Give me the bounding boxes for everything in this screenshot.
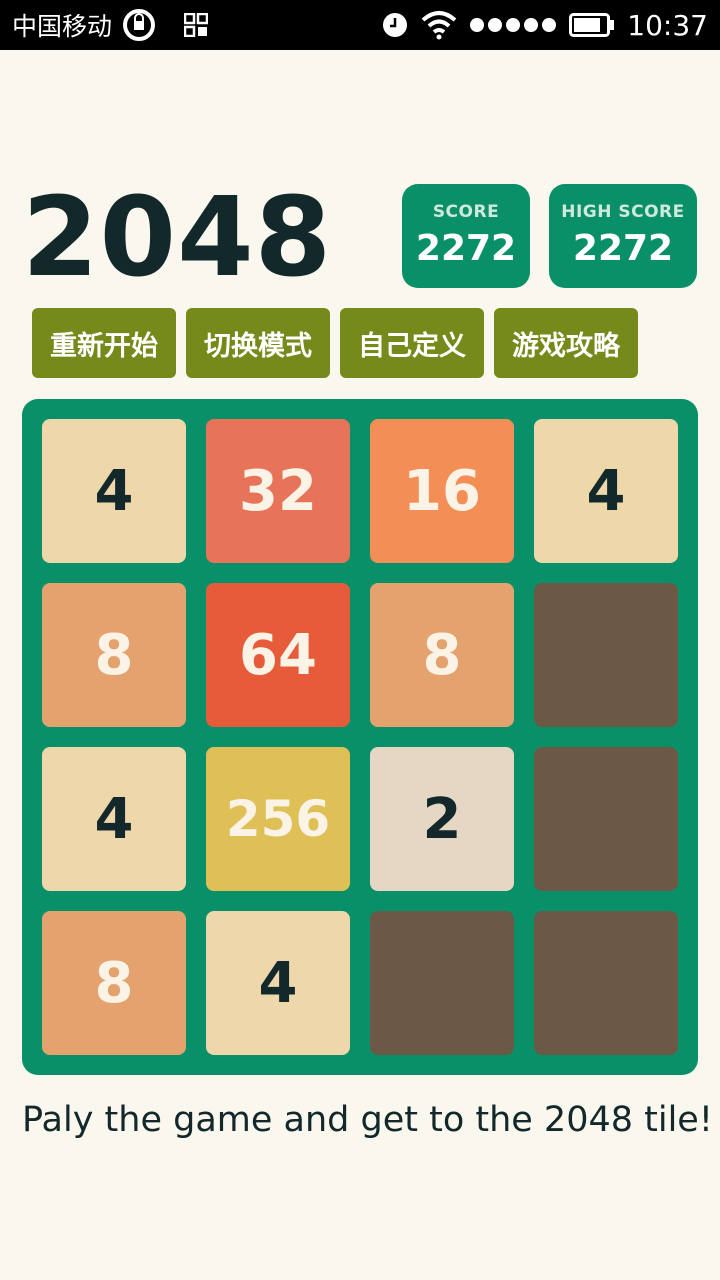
status-bar: 中国移动 10:37 (0, 0, 720, 50)
guide-button[interactable]: 游戏攻略 (494, 308, 638, 378)
score-value: 2272 (415, 228, 517, 269)
score-label: SCORE (432, 202, 500, 222)
restart-button[interactable]: 重新开始 (32, 308, 176, 378)
clock-icon (381, 11, 409, 39)
customize-button[interactable]: 自己定义 (340, 308, 484, 378)
status-time: 10:37 (627, 8, 708, 42)
switch-mode-button[interactable]: 切换模式 (186, 308, 330, 378)
status-left: 中国移动 (12, 0, 209, 50)
tile: 4 (42, 747, 186, 891)
tile: 256 (206, 747, 350, 891)
tile: 64 (206, 583, 350, 727)
high-score-value: 2272 (572, 228, 674, 269)
score-box: SCORE 2272 (402, 184, 530, 288)
signal-icon (469, 16, 557, 34)
game-board[interactable]: 4 32 16 4 8 64 8 4 256 2 8 4 (22, 399, 698, 1075)
tile: 8 (42, 583, 186, 727)
tile (370, 911, 514, 1055)
qr-icon (184, 13, 209, 37)
battery-icon (569, 13, 615, 37)
hint-text: Paly the game and get to the 2048 tile! (22, 1100, 713, 1140)
tile: 8 (370, 583, 514, 727)
tile (534, 583, 678, 727)
wifi-icon (421, 10, 457, 40)
tile: 4 (206, 911, 350, 1055)
tile: 8 (42, 911, 186, 1055)
tile (534, 747, 678, 891)
carrier-label: 中国移动 (12, 12, 113, 41)
tile: 4 (42, 419, 186, 563)
high-score-box: HIGH SCORE 2272 (549, 184, 697, 288)
sync-icon (122, 8, 156, 42)
tile: 4 (534, 419, 678, 563)
tile: 32 (206, 419, 350, 563)
status-right: 10:37 (381, 0, 708, 50)
game-title: 2048 (22, 173, 333, 301)
tile: 2 (370, 747, 514, 891)
high-score-label: HIGH SCORE (561, 202, 685, 222)
tile (534, 911, 678, 1055)
tile: 16 (370, 419, 514, 563)
